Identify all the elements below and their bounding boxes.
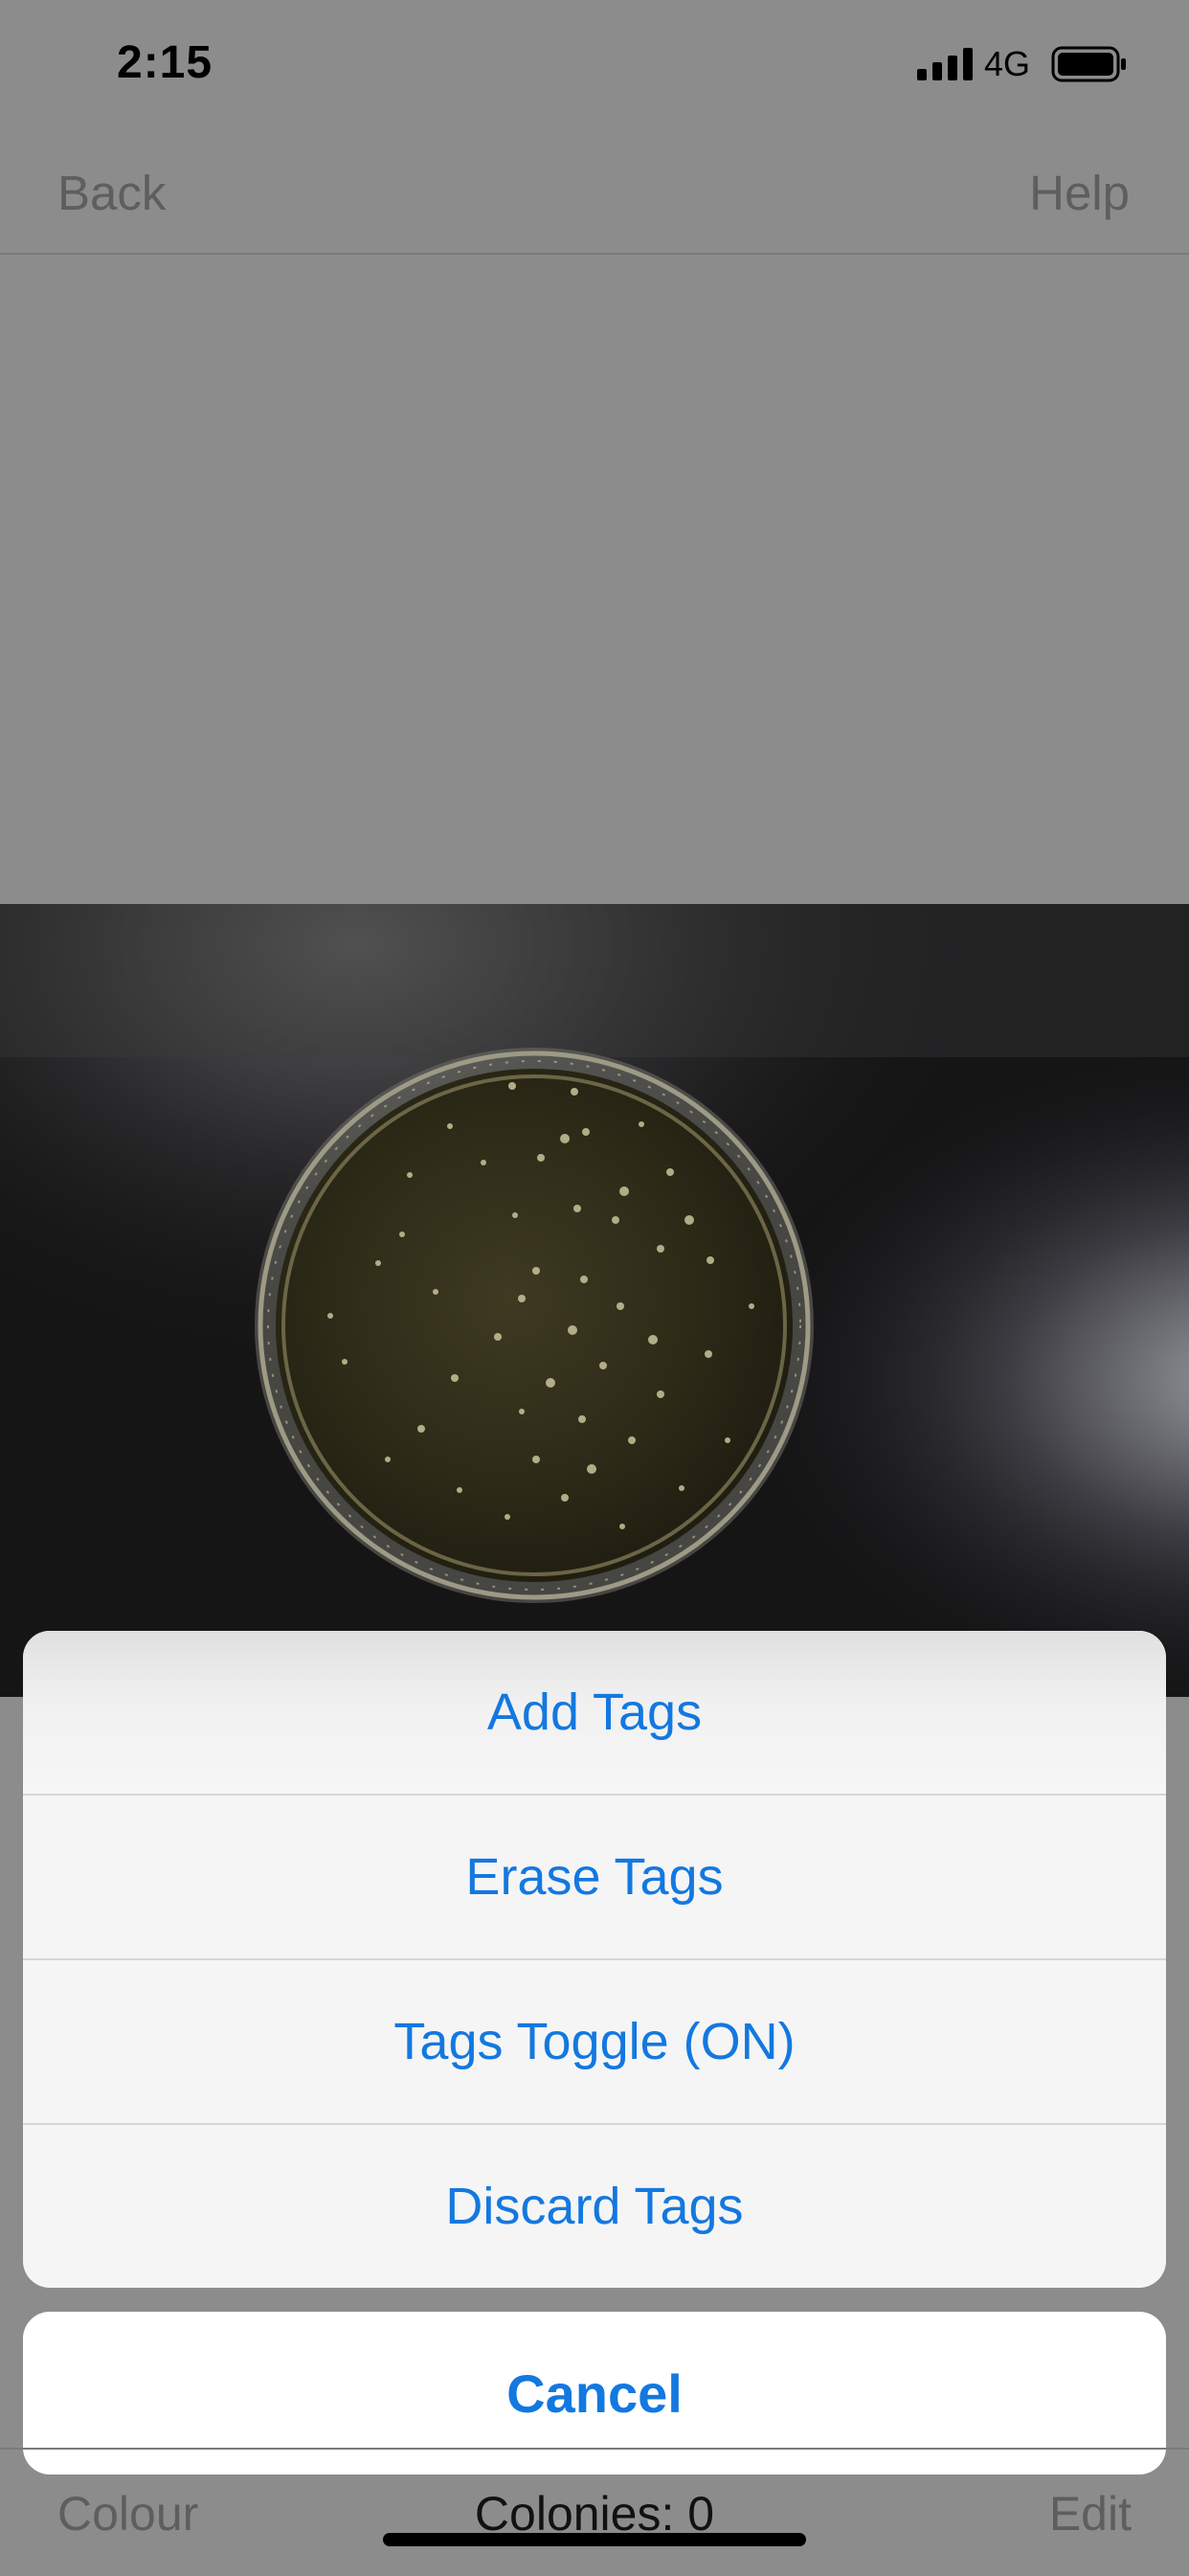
petri-dish-photo [0,904,1189,1697]
action-sheet: Add Tags Erase Tags Tags Toggle (ON) Dis… [23,1631,1166,2288]
tags-toggle-option[interactable]: Tags Toggle (ON) [23,1960,1166,2123]
navigation-bar: Back Help [0,126,1189,255]
help-button[interactable]: Help [1029,165,1130,221]
status-bar: 2:15 4G [0,0,1189,126]
add-tags-option[interactable]: Add Tags [23,1631,1166,1794]
cellular-signal-icon [917,48,973,80]
edit-button[interactable]: Edit [1049,2486,1132,2542]
network-type: 4G [984,44,1031,83]
home-indicator[interactable] [383,2533,806,2546]
status-time: 2:15 [117,37,213,88]
back-button[interactable]: Back [57,165,166,221]
bottom-toolbar: Colour Colonies: 0 Edit [0,2448,1189,2576]
discard-tags-option[interactable]: Discard Tags [23,2125,1166,2288]
battery-icon [1051,46,1126,82]
erase-tags-option[interactable]: Erase Tags [23,1796,1166,1958]
